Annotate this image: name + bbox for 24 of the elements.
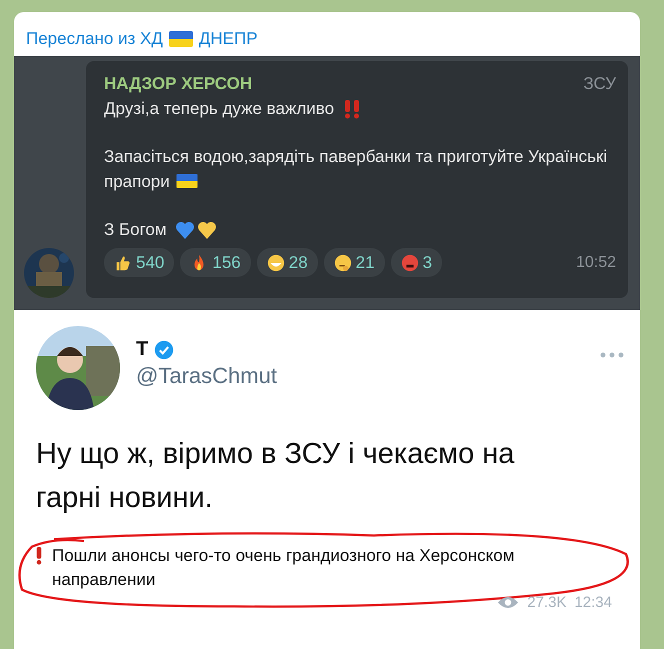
post-text: Друзі,а теперь дуже важливо — [104, 98, 334, 120]
post-text: Запасіться водою,зарядіть павербанки та приготуйте Українські прапори — [104, 146, 608, 193]
forwarded-from-label: Переслано из ХД — [26, 29, 163, 49]
view-count: 27.3K — [527, 594, 566, 611]
channel-name: НАДЗОР ХЕРСОН — [104, 73, 252, 95]
message-time: 12:34 — [574, 594, 612, 611]
reaction-chip[interactable]: 156 — [180, 248, 251, 277]
account-handle: @TarasChmut — [136, 363, 278, 389]
reaction-count: 3 — [422, 252, 432, 274]
reaction-chip[interactable]: 21 — [324, 248, 385, 277]
reaction-count: 156 — [212, 252, 241, 274]
reaction-count: 21 — [356, 252, 375, 274]
reaction-chip[interactable]: 3 — [390, 248, 442, 277]
reaction-chip[interactable]: 540 — [104, 248, 174, 277]
reaction-count: 540 — [136, 252, 164, 274]
forwarded-source-link[interactable]: ДНЕПР — [198, 29, 258, 49]
message-time: 10:52 — [576, 253, 616, 273]
tweet-text: Ну що ж, віримо в ЗСУ і чекаємо на гарні новини. — [36, 437, 516, 516]
reaction-count: 28 — [288, 252, 308, 274]
reaction-chip[interactable]: 28 — [256, 248, 318, 277]
message-text: Пошли анонсы чего-то очень грандиозного на Херсонском направлении — [52, 545, 516, 591]
author-signature: ЗСУ — [583, 73, 616, 95]
post-text: З Богом — [104, 219, 167, 241]
account-name: T — [136, 338, 148, 361]
